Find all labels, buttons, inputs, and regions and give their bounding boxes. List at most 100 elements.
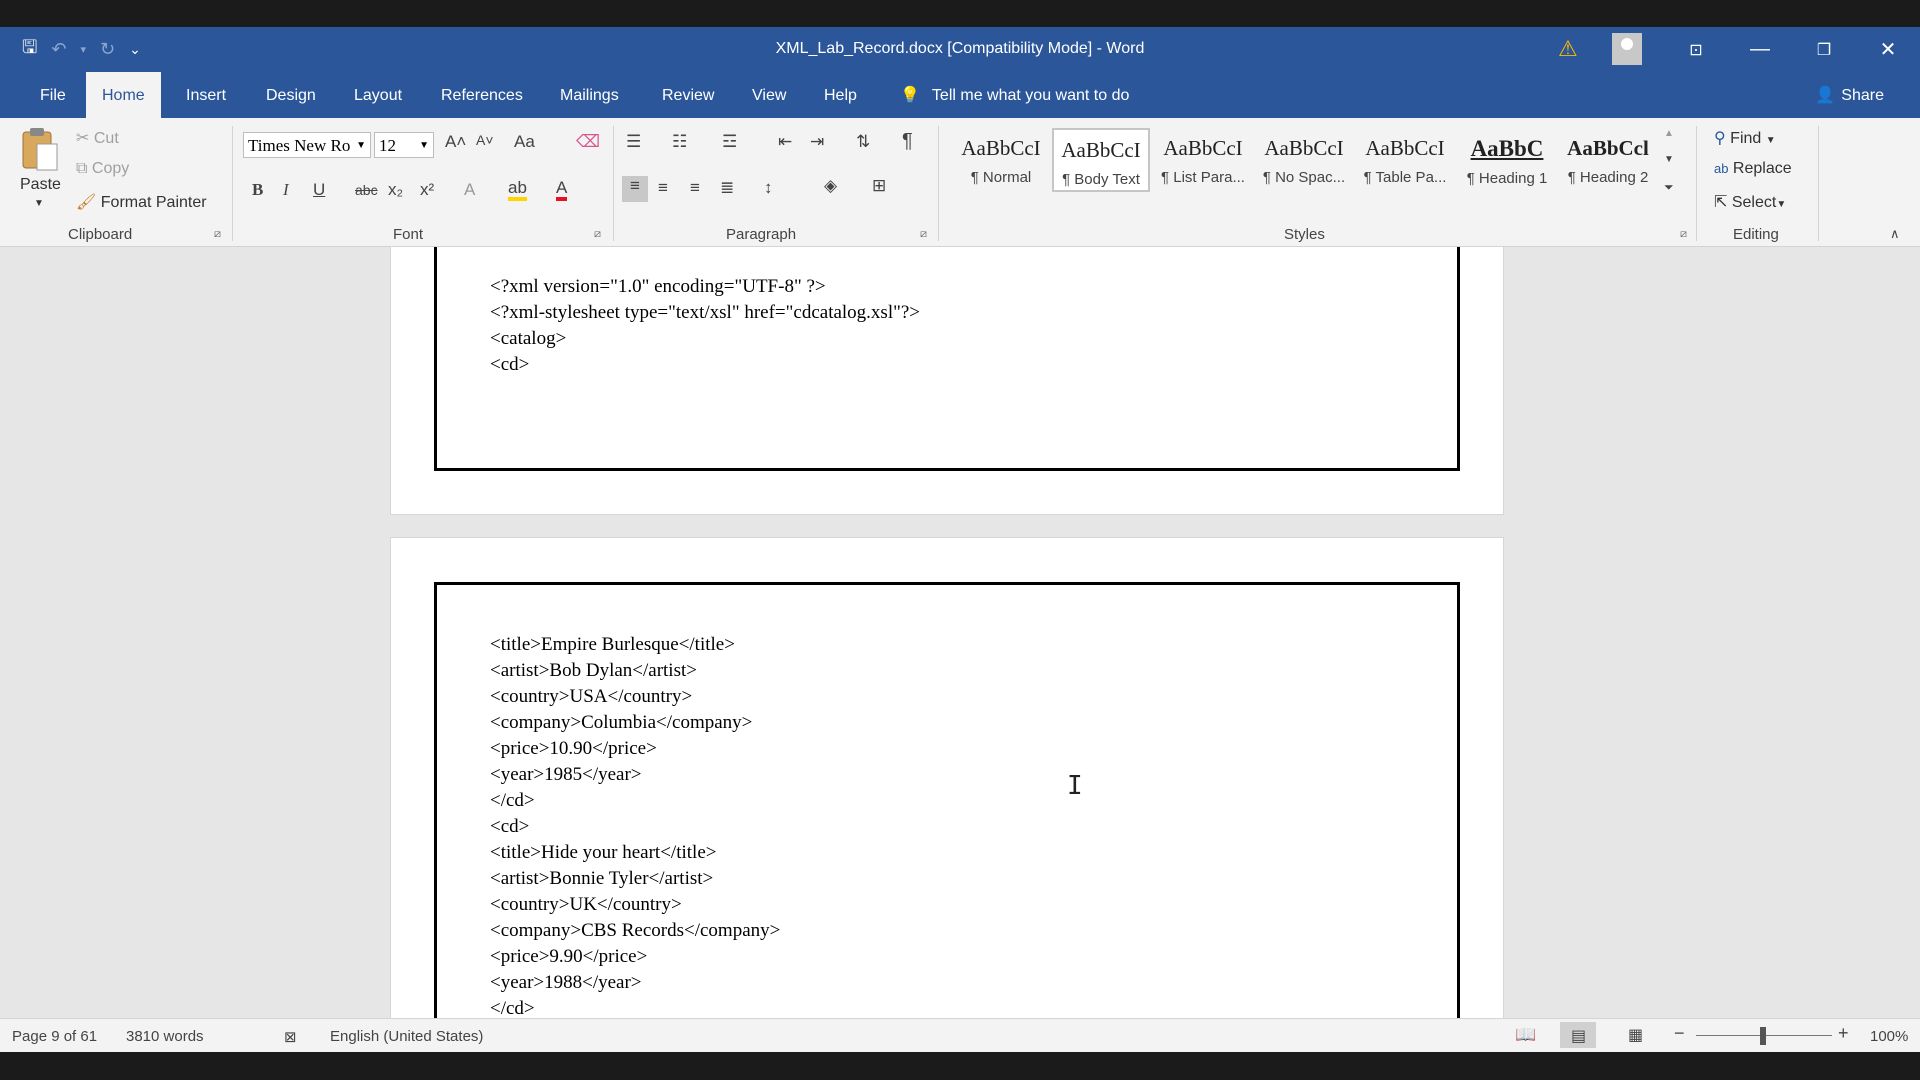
- read-mode-icon[interactable]: 📖: [1515, 1025, 1536, 1045]
- align-left-icon[interactable]: ≡: [622, 176, 648, 202]
- numbering-icon[interactable]: ☷: [672, 132, 687, 152]
- ribbon-display-options-icon[interactable]: ⊡: [1664, 40, 1728, 60]
- style-no-spacing[interactable]: AaBbCcI ¶ No Spac...: [1255, 128, 1353, 192]
- style-sample: AaBbCcl: [1567, 136, 1649, 160]
- language-label[interactable]: English (United States): [330, 1028, 483, 1045]
- italic-button[interactable]: I: [283, 180, 289, 200]
- select-button[interactable]: ⇱ Select▼: [1714, 192, 1786, 212]
- style-list-paragraph[interactable]: AaBbCcI ¶ List Para...: [1154, 128, 1252, 192]
- page-count[interactable]: Page 9 of 61: [12, 1028, 97, 1045]
- grow-font-icon[interactable]: A˄: [445, 132, 466, 152]
- page2-code-block[interactable]: <title>Empire Burlesque</title> <artist>…: [490, 632, 780, 1018]
- bold-button[interactable]: B: [252, 180, 263, 200]
- code-line: <title>Empire Burlesque</title>: [490, 634, 735, 655]
- align-center-icon[interactable]: ≡: [658, 178, 668, 198]
- share-button[interactable]: 👤 Share: [1815, 72, 1884, 118]
- tab-view[interactable]: View: [736, 72, 802, 118]
- highlight-icon[interactable]: ab: [508, 178, 527, 201]
- justify-icon[interactable]: ≣: [720, 178, 734, 198]
- style-name: ¶ No Spac...: [1262, 169, 1346, 186]
- restore-icon[interactable]: ❐: [1792, 40, 1856, 60]
- replace-button[interactable]: ab Replace: [1714, 160, 1792, 178]
- style-body-text[interactable]: AaBbCcI ¶ Body Text: [1052, 128, 1150, 192]
- proofing-icon[interactable]: ⊠: [284, 1028, 297, 1046]
- font-size-value: 12: [379, 136, 396, 155]
- collapse-ribbon-icon[interactable]: ∧: [1890, 226, 1900, 242]
- borders-icon[interactable]: ⊞: [872, 176, 886, 196]
- tab-insert[interactable]: Insert: [170, 72, 242, 118]
- tab-references[interactable]: References: [425, 72, 539, 118]
- zoom-slider-thumb[interactable]: [1760, 1027, 1766, 1045]
- bullets-icon[interactable]: ☰: [626, 132, 641, 152]
- warning-icon[interactable]: ⚠: [1558, 36, 1578, 62]
- font-color-icon[interactable]: A: [556, 178, 568, 201]
- word-count[interactable]: 3810 words: [126, 1028, 204, 1045]
- style-sample: AaBbCcI: [961, 136, 1041, 160]
- zoom-level[interactable]: 100%: [1870, 1028, 1908, 1045]
- code-line: <country>USA</country>: [490, 686, 693, 707]
- align-right-icon[interactable]: ≡: [690, 178, 700, 198]
- tell-me-label: Tell me what you want to do: [931, 87, 1130, 104]
- page1-code-block[interactable]: <?xml version="1.0" encoding="UTF-8" ?> …: [490, 274, 920, 378]
- tell-me-search[interactable]: 💡 Tell me what you want to do: [900, 72, 1129, 118]
- clear-formatting-icon[interactable]: ⌫: [576, 132, 600, 152]
- paste-button[interactable]: [20, 126, 60, 174]
- style-table-paragraph[interactable]: AaBbCcI ¶ Table Pa...: [1356, 128, 1454, 192]
- clipboard-launcher-icon[interactable]: ⧄: [214, 228, 221, 241]
- style-heading-2[interactable]: AaBbCcl ¶ Heading 2: [1559, 128, 1657, 192]
- account-avatar[interactable]: [1612, 33, 1642, 65]
- paste-label[interactable]: Paste: [20, 176, 61, 194]
- tab-review[interactable]: Review: [646, 72, 730, 118]
- code-line: <artist>Bonnie Tyler</artist>: [490, 868, 714, 889]
- find-button[interactable]: ⚲ Find ▼: [1714, 128, 1776, 148]
- group-separator: [938, 126, 939, 241]
- sort-icon[interactable]: ⇅: [856, 132, 870, 152]
- line-spacing-icon[interactable]: ↕: [764, 178, 773, 198]
- code-line: <company>Columbia</company>: [490, 712, 753, 733]
- change-case-icon[interactable]: Aa: [514, 132, 535, 152]
- shading-icon[interactable]: ◈: [824, 176, 837, 196]
- tab-layout[interactable]: Layout: [338, 72, 418, 118]
- tab-help[interactable]: Help: [808, 72, 873, 118]
- zoom-in-button[interactable]: +: [1838, 1023, 1849, 1044]
- zoom-out-button[interactable]: −: [1674, 1023, 1685, 1044]
- close-icon[interactable]: ✕: [1856, 37, 1920, 62]
- paste-dropdown-icon[interactable]: ▼: [34, 198, 44, 209]
- style-name: ¶ Body Text: [1062, 171, 1140, 188]
- font-name-box[interactable]: Times New Ro ▼: [243, 132, 371, 158]
- web-layout-icon[interactable]: ▦: [1628, 1025, 1643, 1045]
- code-line: </cd>: [490, 998, 535, 1018]
- decrease-indent-icon[interactable]: ⇤: [778, 132, 792, 152]
- subscript-button[interactable]: x₂: [388, 180, 403, 200]
- status-bar: Page 9 of 61 3810 words ⊠ English (Unite…: [0, 1018, 1920, 1053]
- tab-design[interactable]: Design: [250, 72, 332, 118]
- text-effects-icon[interactable]: A: [464, 180, 475, 200]
- multilevel-list-icon[interactable]: ☲: [722, 132, 737, 152]
- font-launcher-icon[interactable]: ⧄: [594, 228, 601, 241]
- superscript-button[interactable]: x²: [420, 180, 434, 200]
- style-heading-1[interactable]: AaBbC ¶ Heading 1: [1458, 128, 1556, 192]
- styles-group-label: Styles: [1284, 226, 1325, 243]
- print-layout-icon[interactable]: ▤: [1560, 1022, 1596, 1048]
- font-size-box[interactable]: 12 ▼: [374, 132, 434, 158]
- tab-file[interactable]: File: [24, 72, 82, 118]
- styles-scroll-up-icon[interactable]: ▲: [1664, 128, 1674, 139]
- code-line: </cd>: [490, 790, 535, 811]
- tab-home[interactable]: Home: [86, 72, 161, 118]
- increase-indent-icon[interactable]: ⇥: [810, 132, 824, 152]
- format-painter-button[interactable]: 🖌 Format Painter: [76, 192, 207, 212]
- window-controls: ⊡ — ❐ ✕: [1664, 27, 1920, 72]
- underline-button[interactable]: U: [313, 180, 325, 200]
- shrink-font-icon[interactable]: A˅: [476, 132, 494, 148]
- minimize-icon[interactable]: —: [1728, 38, 1792, 61]
- styles-scroll-down-icon[interactable]: ▼: [1664, 154, 1674, 165]
- show-hide-icon[interactable]: ¶: [902, 130, 913, 153]
- paragraph-launcher-icon[interactable]: ⧄: [920, 228, 927, 241]
- style-normal[interactable]: AaBbCcI ¶ Normal: [952, 128, 1050, 192]
- tab-mailings[interactable]: Mailings: [544, 72, 635, 118]
- document-area[interactable]: <?xml version="1.0" encoding="UTF-8" ?> …: [0, 247, 1920, 1018]
- styles-more-icon[interactable]: ⏷: [1664, 180, 1674, 195]
- strikethrough-button[interactable]: abc: [355, 182, 378, 198]
- styles-launcher-icon[interactable]: ⧄: [1680, 228, 1687, 241]
- style-sample: AaBbCcI: [1365, 136, 1445, 160]
